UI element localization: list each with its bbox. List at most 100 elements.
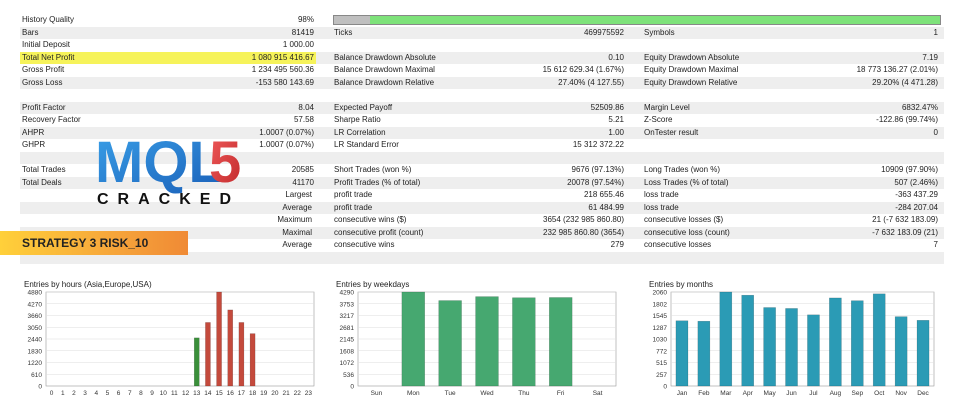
stat-value: 20078 (97.54%) — [567, 177, 624, 187]
stats-row: Gross Loss -153 580 143.69 Balance Drawdow… — [20, 76, 944, 89]
stat-label: loss trade — [644, 202, 679, 212]
stat-label: Symbols — [644, 27, 675, 37]
stat-label: Balance Drawdown Relative — [334, 77, 435, 87]
bar — [238, 322, 245, 387]
stat-label — [316, 39, 496, 52]
bar — [916, 320, 930, 387]
stats-row: Gross Profit 1 234 495 560.36 Balance Draw… — [20, 64, 944, 77]
stat-value: -122.86 (99.74%) — [876, 115, 938, 124]
stat-label: consecutive profit (count) — [334, 227, 424, 237]
bar — [741, 294, 754, 387]
x-tick-label: 5 — [106, 390, 110, 397]
y-tick-label: 2145 — [340, 337, 355, 344]
strategy-banner: STRATEGY 3 RISK_10 — [0, 231, 188, 255]
x-tick-label: 19 — [260, 390, 268, 397]
x-tick-label: 3 — [83, 390, 87, 397]
y-tick-label: 1608 — [340, 348, 355, 355]
y-tick-label: 1545 — [653, 313, 668, 320]
stat-value — [786, 252, 944, 265]
bar — [512, 297, 536, 387]
stat-label: profit trade — [334, 190, 373, 199]
stat-value: 3654 (232 985 860.80) — [543, 215, 624, 224]
stat-label — [626, 139, 786, 152]
bar — [697, 320, 711, 387]
stat-value: 1 — [933, 27, 938, 37]
chart-hours-svg: Entries by hours (Asia,Europe,USA)061012… — [24, 280, 315, 397]
stat-label: loss trade — [644, 190, 679, 199]
stat-label: Bars — [22, 27, 39, 37]
stat-value: -284 207.04 — [895, 202, 938, 212]
x-tick-label: 9 — [150, 390, 154, 397]
stat-label: Balance Drawdown Absolute — [334, 52, 436, 62]
y-tick-label: 3660 — [28, 313, 43, 320]
stat-label: Equity Drawdown Relative — [644, 77, 738, 87]
bar — [205, 322, 211, 387]
x-tick-label: 21 — [282, 390, 290, 397]
bar — [872, 293, 886, 387]
y-tick-label: 1220 — [28, 360, 43, 367]
bar — [401, 291, 425, 387]
stat-label: Gross Profit — [22, 65, 65, 74]
y-tick-label: 1287 — [653, 325, 668, 332]
bar — [763, 307, 776, 387]
stat-label: Long Trades (won %) — [644, 165, 721, 174]
stat-value: 29.20% (4 471.28) — [872, 77, 938, 87]
x-tick-label: 0 — [50, 390, 54, 397]
stat-label — [626, 152, 786, 165]
stat-label: Gross Loss — [22, 77, 63, 87]
y-tick-label: 2440 — [28, 337, 43, 344]
stats-row: Bars 81419 Ticks 469975592 Symbols 1 — [20, 26, 944, 39]
x-tick-label: 10 — [160, 390, 168, 397]
stat-label: consecutive losses ($) — [644, 215, 724, 224]
stats-spacer-row — [20, 89, 944, 102]
stat-label — [626, 89, 786, 102]
x-tick-label: Mon — [407, 390, 420, 397]
x-tick-label: 8 — [139, 390, 143, 397]
stat-value: Maximal — [282, 227, 312, 237]
stat-value: Maximum — [277, 215, 312, 224]
bar — [719, 291, 733, 387]
x-tick-label: Dec — [917, 390, 929, 397]
stat-value: 7 — [933, 240, 938, 249]
stat-label: consecutive wins ($) — [334, 215, 407, 224]
stat-label: Initial Deposit — [22, 40, 71, 49]
y-tick-label: 515 — [656, 360, 667, 367]
stat-label: Total Net Profit — [20, 51, 200, 64]
stat-label: Z-Score — [644, 115, 673, 124]
x-tick-label: 17 — [238, 390, 246, 397]
bar — [249, 333, 256, 387]
x-tick-label: Tue — [445, 390, 456, 397]
y-tick-label: 1830 — [28, 348, 43, 355]
stat-label: Profit Trades (% of total) — [334, 177, 421, 187]
stat-label — [20, 214, 200, 227]
stat-label — [626, 14, 786, 27]
stat-value — [496, 252, 626, 265]
stat-label: profit trade — [334, 202, 373, 212]
x-tick-label: 13 — [193, 390, 201, 397]
stats-row: Profit Factor 8.04 Expected Payoff 52509.86… — [20, 101, 944, 114]
y-tick-label: 1072 — [340, 360, 355, 367]
y-tick-label: 0 — [350, 384, 354, 391]
x-tick-label: 14 — [204, 390, 212, 397]
bar — [549, 297, 573, 387]
y-tick-label: 3753 — [340, 301, 355, 308]
stat-value: 218 655.46 — [583, 190, 624, 199]
stat-label — [316, 252, 496, 265]
stat-value — [496, 14, 626, 27]
x-tick-label: May — [763, 390, 776, 397]
stat-value — [496, 39, 626, 52]
y-tick-label: 4880 — [28, 290, 43, 297]
stat-value: 1 000.00 — [282, 40, 314, 49]
stat-label — [316, 14, 496, 27]
stat-label: Equity Drawdown Maximal — [644, 65, 739, 74]
stat-value: 57.58 — [293, 115, 314, 124]
x-tick-label: Fri — [557, 390, 565, 397]
stat-label: consecutive wins — [334, 240, 395, 249]
y-tick-label: 772 — [656, 348, 667, 355]
x-tick-label: Thu — [518, 390, 530, 397]
stat-value: 469975592 — [583, 27, 624, 37]
stat-value — [786, 139, 944, 152]
chart-months: Entries by months 0 257 515 772 1030 1287 1545 1… — [645, 280, 940, 400]
x-tick-label: Jun — [786, 390, 797, 397]
stats-row: Maximum consecutive wins ($) 3654 (232 985… — [20, 214, 944, 227]
